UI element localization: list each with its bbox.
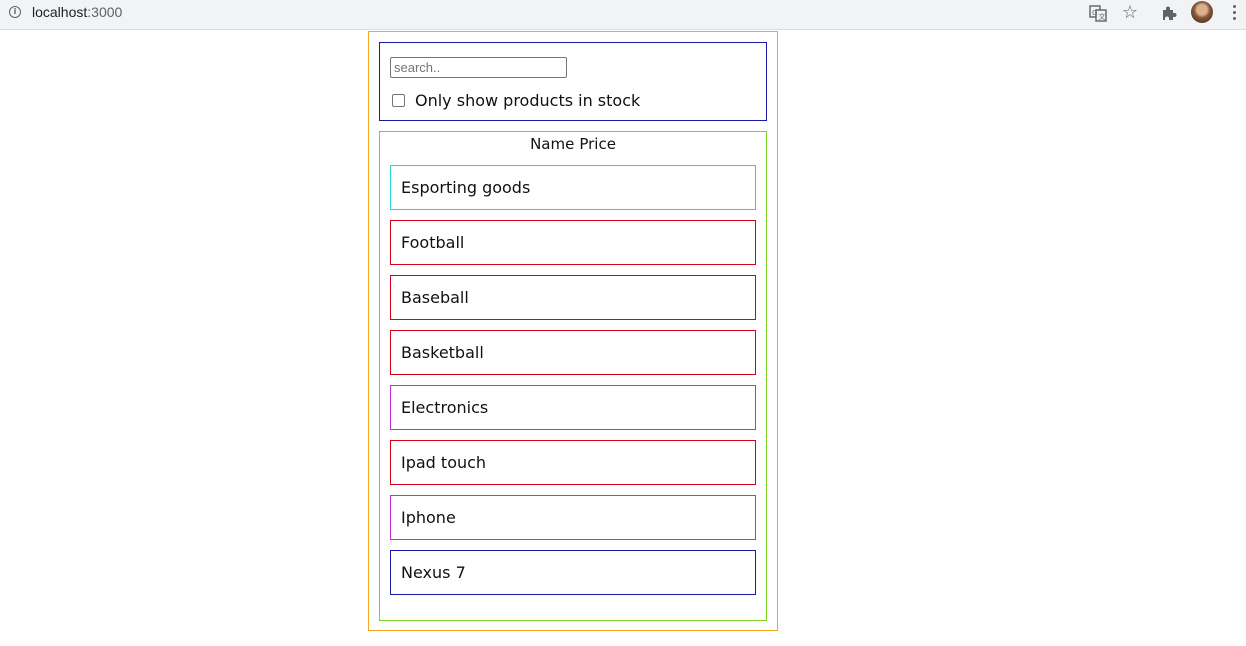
in-stock-checkbox[interactable] bbox=[392, 93, 405, 107]
table-header: Name Price bbox=[380, 134, 766, 154]
row-label: Baseball bbox=[401, 288, 469, 307]
menu-icon[interactable] bbox=[1233, 5, 1237, 21]
product-row: Basketball bbox=[390, 330, 756, 375]
search-input[interactable] bbox=[390, 57, 567, 78]
profile-avatar[interactable] bbox=[1191, 1, 1213, 23]
url-host: localhost bbox=[32, 4, 88, 20]
filterable-product-table: Only show products in stock NamePrice Es… bbox=[368, 31, 778, 631]
url-port: :3000 bbox=[87, 4, 123, 20]
row-label: Football bbox=[401, 233, 465, 252]
row-label: Electronics bbox=[401, 398, 489, 417]
product-row: Iphone bbox=[390, 495, 756, 540]
product-row: Nexus 7 bbox=[390, 550, 756, 595]
row-label: Basketball bbox=[401, 343, 484, 362]
in-stock-label: Only show products in stock bbox=[415, 90, 641, 110]
in-stock-filter[interactable]: Only show products in stock bbox=[392, 90, 640, 110]
category-row: Electronics bbox=[390, 385, 756, 430]
svg-text:文: 文 bbox=[1099, 12, 1106, 21]
browser-toolbar: i localhost:3000 G 文 ☆ bbox=[0, 0, 1246, 30]
category-row: Esporting goods bbox=[390, 165, 756, 210]
svg-text:G: G bbox=[1092, 9, 1097, 17]
bookmark-star-icon[interactable]: ☆ bbox=[1121, 4, 1139, 22]
row-label: Ipad touch bbox=[401, 453, 487, 472]
column-header-name: Name bbox=[530, 135, 575, 153]
product-table: Name Price Esporting goods Football Baseb… bbox=[379, 131, 767, 621]
product-row: Football bbox=[390, 220, 756, 265]
row-label: Nexus 7 bbox=[401, 563, 466, 582]
row-label: Iphone bbox=[401, 508, 456, 527]
row-label: Esporting goods bbox=[401, 178, 531, 197]
info-icon[interactable]: i bbox=[9, 6, 21, 18]
search-bar: Only show products in stock bbox=[379, 42, 767, 121]
product-row: Ipad touch bbox=[390, 440, 756, 485]
extensions-icon[interactable] bbox=[1160, 4, 1178, 22]
translate-icon[interactable]: G 文 bbox=[1089, 4, 1107, 22]
column-header-price: Price bbox=[579, 135, 616, 153]
address-bar[interactable]: localhost:3000 bbox=[32, 4, 122, 20]
product-row: Baseball bbox=[390, 275, 756, 320]
